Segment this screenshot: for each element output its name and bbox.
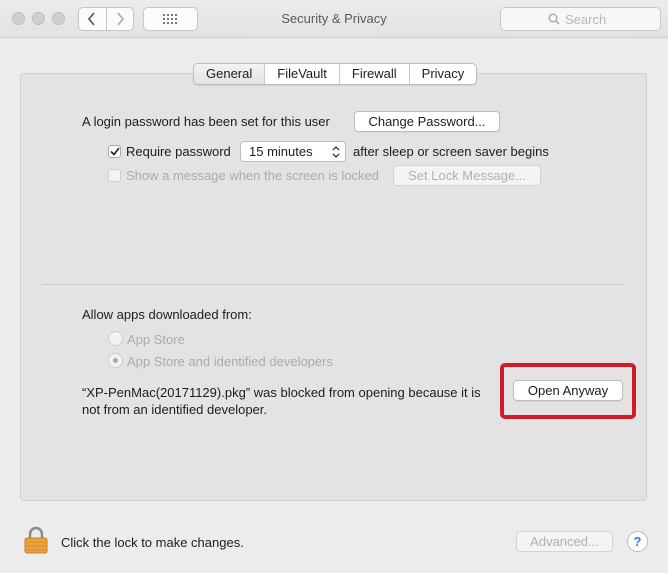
radio-app-store-label: App Store <box>127 332 185 347</box>
open-anyway-button[interactable]: Open Anyway <box>513 380 623 401</box>
show-message-checkbox[interactable] <box>108 169 121 182</box>
radio-app-store[interactable] <box>108 331 123 346</box>
general-panel <box>20 73 647 501</box>
select-chevron-icon <box>332 146 340 158</box>
tab-privacy[interactable]: Privacy <box>408 64 477 84</box>
require-password-suffix: after sleep or screen saver begins <box>353 144 549 159</box>
search-icon <box>548 13 560 25</box>
title-bar: Security & Privacy <box>0 0 668 38</box>
search-field[interactable] <box>500 7 661 31</box>
lock-text: Click the lock to make changes. <box>61 535 244 550</box>
help-button[interactable]: ? <box>627 531 648 552</box>
tab-bar: General FileVault Firewall Privacy <box>193 63 478 85</box>
login-password-text: A login password has been set for this u… <box>82 114 330 129</box>
blocked-app-message: “XP-PenMac(20171129).pkg” was blocked fr… <box>82 385 481 417</box>
radio-selected-dot <box>113 358 118 363</box>
search-input[interactable] <box>565 11 613 27</box>
require-password-checkbox[interactable] <box>108 145 121 158</box>
lock-button[interactable] <box>24 526 48 557</box>
show-message-label: Show a message when the screen is locked <box>126 168 379 183</box>
allow-apps-heading: Allow apps downloaded from: <box>82 307 252 322</box>
require-password-label: Require password <box>126 144 231 159</box>
advanced-button[interactable]: Advanced... <box>516 531 613 552</box>
lock-icon <box>24 526 48 554</box>
tab-firewall[interactable]: Firewall <box>338 64 409 84</box>
change-password-button[interactable]: Change Password... <box>354 111 500 132</box>
checkmark-icon <box>109 147 120 156</box>
set-lock-message-button[interactable]: Set Lock Message... <box>393 165 541 186</box>
radio-app-store-identified-label: App Store and identified developers <box>127 354 333 369</box>
require-password-delay-select[interactable]: 15 minutes <box>240 141 346 162</box>
help-icon: ? <box>633 534 642 549</box>
section-divider <box>42 284 625 285</box>
require-password-delay-value: 15 minutes <box>249 144 313 159</box>
tab-general[interactable]: General <box>194 64 265 84</box>
radio-app-store-identified[interactable] <box>108 353 123 368</box>
tab-filevault[interactable]: FileVault <box>264 64 339 84</box>
